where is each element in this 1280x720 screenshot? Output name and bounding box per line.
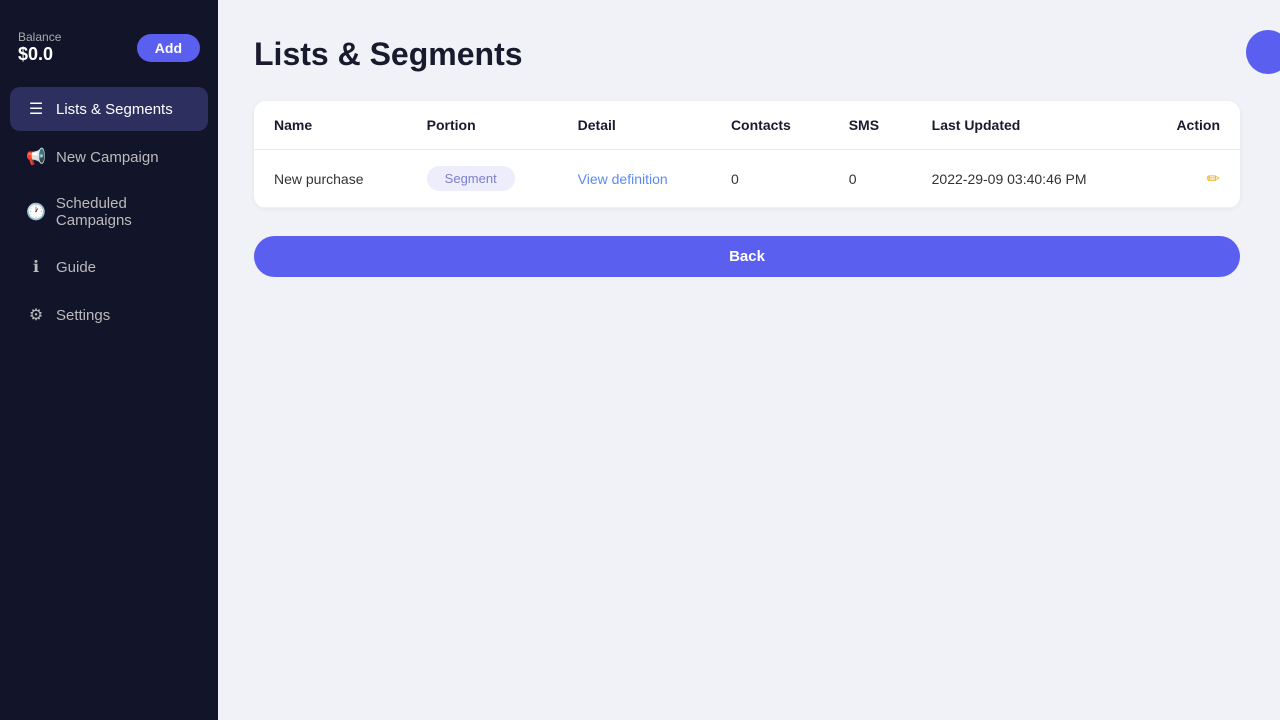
segment-badge: Segment [427,166,515,191]
scheduled-campaigns-icon: 🕐 [26,202,46,222]
table: Name Portion Detail Contacts SMS Last Up… [254,101,1240,208]
table-header: Name Portion Detail Contacts SMS Last Up… [254,101,1240,150]
sidebar-item-label: Guide [56,259,96,276]
cell-portion: Segment [407,150,558,208]
col-contacts: Contacts [711,101,829,150]
add-balance-button[interactable]: Add [137,34,200,62]
back-button[interactable]: Back [254,236,1240,277]
sidebar-item-label: Settings [56,307,110,324]
table-row: New purchase Segment View definition 0 0… [254,150,1240,208]
sidebar-item-label: Lists & Segments [56,101,173,118]
col-detail: Detail [558,101,711,150]
col-last-updated: Last Updated [912,101,1142,150]
new-campaign-icon: 📢 [26,147,46,167]
sidebar-item-settings[interactable]: ⚙ Settings [10,293,208,337]
guide-icon: ℹ [26,257,46,277]
sidebar-item-lists-segments[interactable]: ☰ Lists & Segments [10,87,208,131]
page-title: Lists & Segments [254,36,523,73]
settings-icon: ⚙ [26,305,46,325]
balance-label: Balance [18,30,61,44]
lists-segments-icon: ☰ [26,99,46,119]
col-name: Name [254,101,407,150]
lists-segments-table: Name Portion Detail Contacts SMS Last Up… [254,101,1240,208]
sidebar-item-new-campaign[interactable]: 📢 New Campaign [10,135,208,179]
sidebar-item-label: New Campaign [56,149,159,166]
view-definition-link[interactable]: View definition [578,171,668,187]
cell-action: ✏ [1141,150,1240,208]
header-row: Lists & Segments [254,36,1240,73]
cell-last-updated: 2022-29-09 03:40:46 PM [912,150,1142,208]
cell-name: New purchase [254,150,407,208]
cell-detail: View definition [558,150,711,208]
sidebar-item-scheduled-campaigns[interactable]: 🕐 Scheduled Campaigns [10,183,208,241]
balance-info: Balance $0.0 [18,30,61,65]
cell-contacts: 0 [711,150,829,208]
main-content: Lists & Segments Name Portion Detail Con… [218,0,1280,720]
balance-amount: $0.0 [18,44,61,65]
sidebar-item-guide[interactable]: ℹ Guide [10,245,208,289]
avatar [1246,30,1280,74]
cell-sms: 0 [829,150,912,208]
sidebar: Balance $0.0 Add ☰ Lists & Segments 📢 Ne… [0,0,218,720]
edit-icon[interactable]: ✏ [1207,171,1220,188]
col-portion: Portion [407,101,558,150]
balance-section: Balance $0.0 Add [0,20,218,85]
col-action: Action [1141,101,1240,150]
col-sms: SMS [829,101,912,150]
table-body: New purchase Segment View definition 0 0… [254,150,1240,208]
sidebar-item-label: Scheduled Campaigns [56,195,192,229]
